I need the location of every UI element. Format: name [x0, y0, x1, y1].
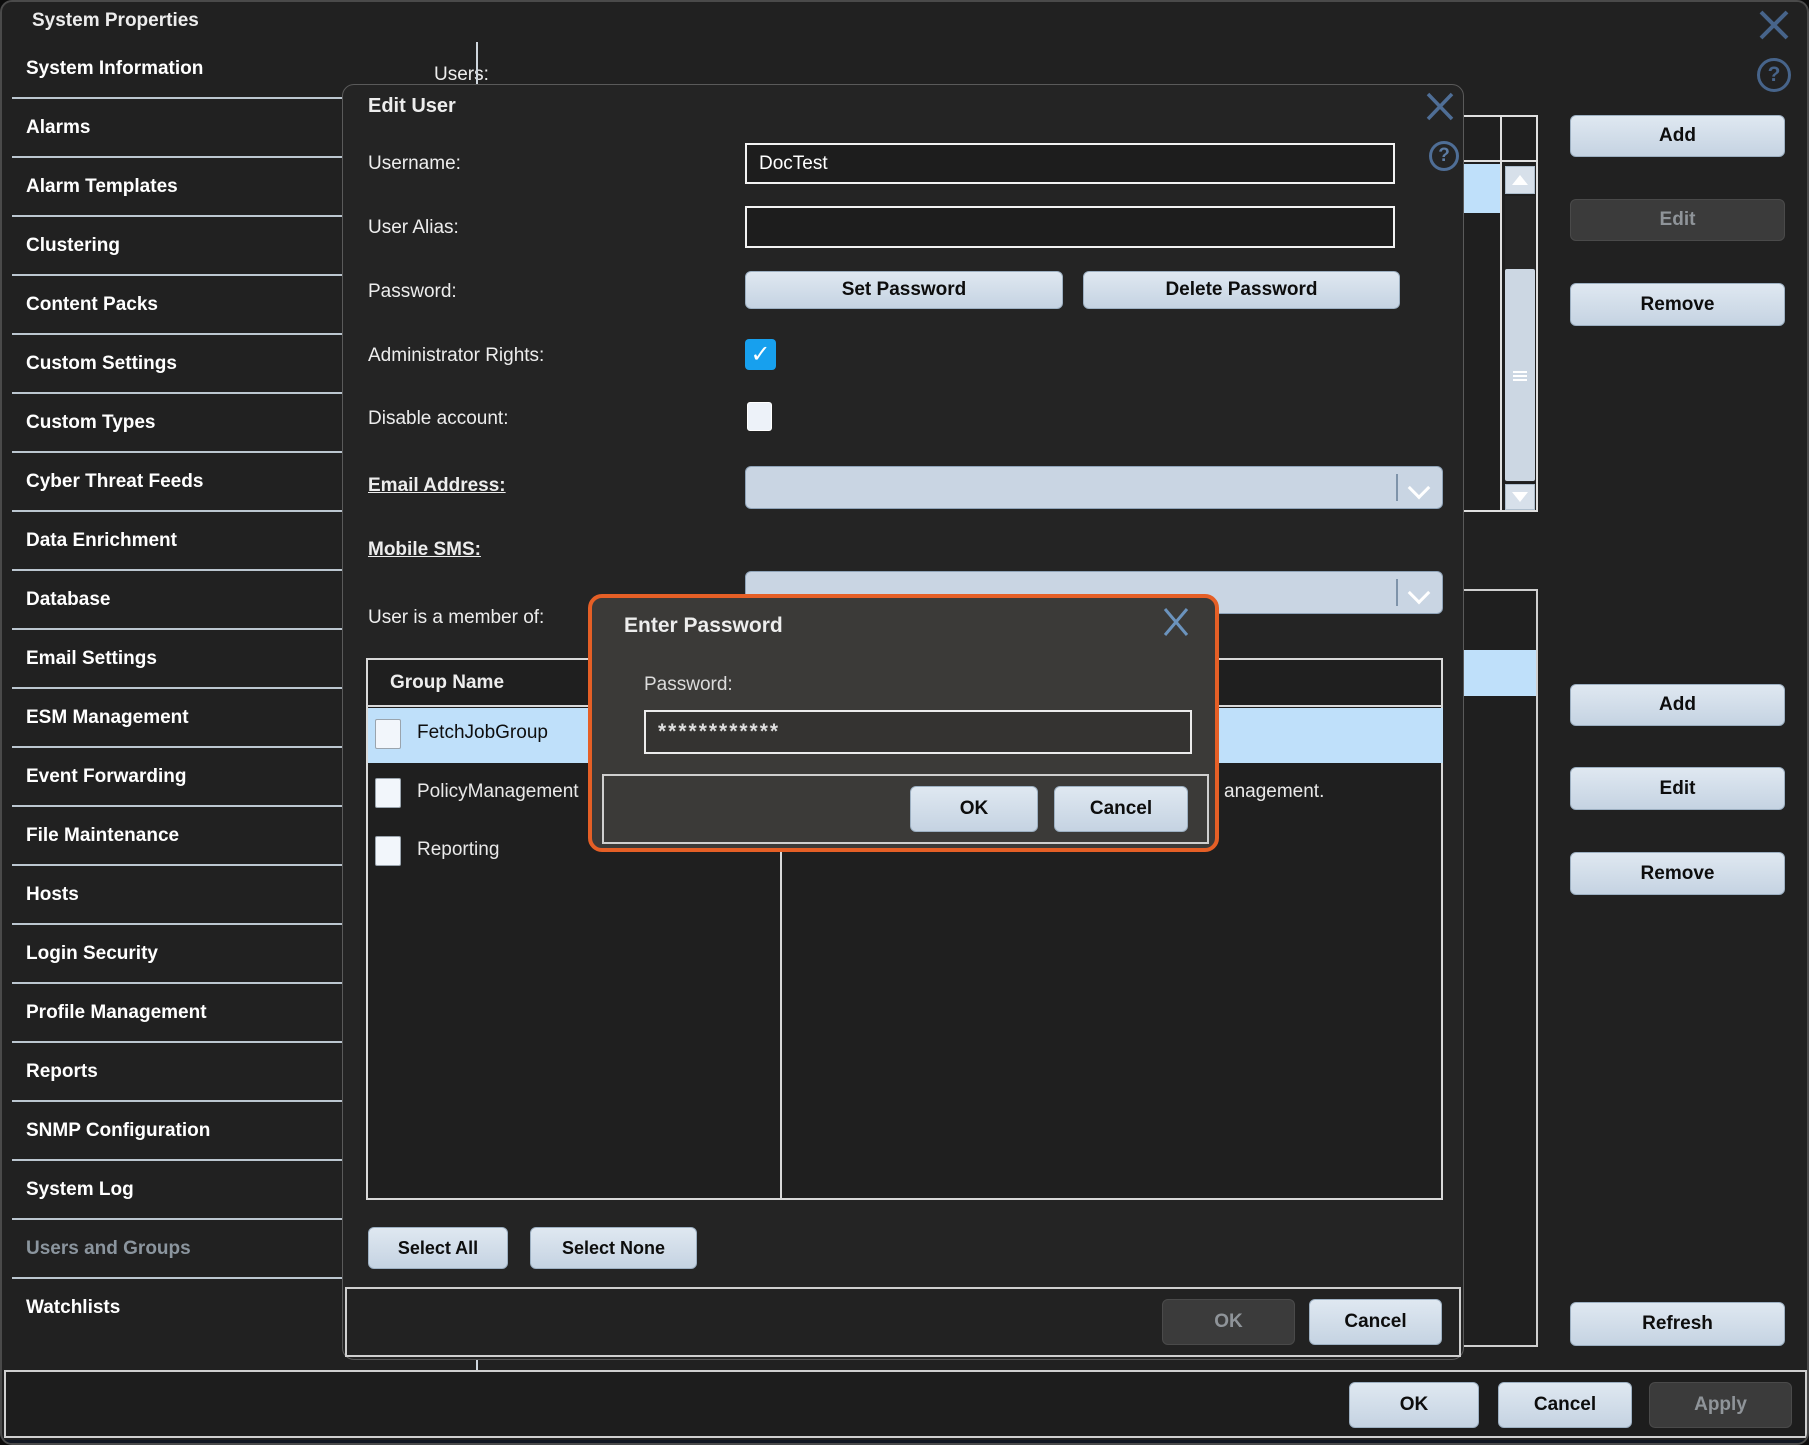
select-all-button[interactable]: Select All	[368, 1227, 508, 1269]
group-name-header: Group Name	[390, 672, 504, 694]
sidebar-item-system-log[interactable]: System Log	[12, 1159, 342, 1218]
disable-account-checkbox[interactable]	[747, 402, 772, 431]
sidebar-item-users-and-groups[interactable]: Users and Groups	[12, 1218, 342, 1277]
edit-user-cancel-button[interactable]: Cancel	[1309, 1299, 1442, 1345]
username-input[interactable]: DocTest	[745, 143, 1395, 184]
sidebar-item-event-forwarding[interactable]: Event Forwarding	[12, 746, 342, 805]
users-list-scrollbar[interactable]	[1500, 117, 1538, 510]
sidebar-item-clustering[interactable]: Clustering	[12, 215, 342, 274]
sidebar-item-snmp-configuration[interactable]: SNMP Configuration	[12, 1100, 342, 1159]
mobile-sms-label: Mobile SMS:	[368, 539, 481, 561]
chevron-down-icon	[1408, 582, 1431, 605]
email-address-combobox[interactable]	[745, 466, 1443, 509]
sidebar-item-login-security[interactable]: Login Security	[12, 923, 342, 982]
groups-add-button[interactable]: Add	[1570, 684, 1785, 726]
window-bottom-edge	[2, 1440, 1809, 1445]
row-checkbox[interactable]	[375, 836, 401, 866]
system-properties-window: System Properties ? System Information A…	[0, 0, 1809, 1445]
window-cancel-button[interactable]: Cancel	[1498, 1382, 1632, 1428]
scrollbar-down-button[interactable]	[1505, 484, 1535, 510]
groups-remove-button[interactable]: Remove	[1570, 852, 1785, 895]
sidebar-item-custom-settings[interactable]: Custom Settings	[12, 333, 342, 392]
users-section-label: Users:	[434, 64, 489, 86]
edit-user-help-icon[interactable]: ?	[1429, 141, 1459, 171]
user-alias-input[interactable]	[745, 206, 1395, 248]
group-row-label: FetchJobGroup	[417, 722, 548, 744]
select-none-button[interactable]: Select None	[530, 1227, 697, 1269]
groups-edit-button[interactable]: Edit	[1570, 767, 1785, 810]
sidebar-item-watchlists[interactable]: Watchlists	[12, 1277, 342, 1336]
scrollbar-thumb[interactable]	[1505, 269, 1535, 481]
delete-password-button[interactable]: Delete Password	[1083, 271, 1400, 309]
group-row-label: Reporting	[417, 839, 499, 861]
edit-user-dialog-title: Edit User	[368, 95, 456, 118]
sidebar-item-profile-management[interactable]: Profile Management	[12, 982, 342, 1041]
sidebar-item-hosts[interactable]: Hosts	[12, 864, 342, 923]
user-alias-label: User Alias:	[368, 217, 459, 239]
enter-password-cancel-button[interactable]: Cancel	[1054, 786, 1188, 832]
check-icon: ✓	[750, 340, 770, 369]
sidebar-item-file-maintenance[interactable]: File Maintenance	[12, 805, 342, 864]
chevron-down-icon	[1408, 477, 1431, 500]
sidebar-item-alarm-templates[interactable]: Alarm Templates	[12, 156, 342, 215]
sidebar-item-cyber-threat-feeds[interactable]: Cyber Threat Feeds	[12, 451, 342, 510]
email-address-label: Email Address:	[368, 475, 506, 497]
disable-account-label: Disable account:	[368, 408, 508, 430]
users-add-button[interactable]: Add	[1570, 115, 1785, 157]
sidebar-item-database[interactable]: Database	[12, 569, 342, 628]
window-ok-button[interactable]: OK	[1349, 1382, 1479, 1428]
edit-user-footer: OK Cancel	[345, 1287, 1461, 1357]
sidebar-item-email-settings[interactable]: Email Settings	[12, 628, 342, 687]
row-checkbox[interactable]	[375, 778, 401, 808]
sidebar: System Information Alarms Alarm Template…	[12, 40, 342, 1336]
sidebar-item-esm-management[interactable]: ESM Management	[12, 687, 342, 746]
window-help-icon[interactable]: ?	[1757, 58, 1791, 92]
group-row-description-fragment: anagement.	[1224, 781, 1324, 803]
username-label: Username:	[368, 153, 461, 175]
group-row-label: PolicyManagement	[417, 781, 579, 803]
enter-password-input[interactable]: ************	[644, 710, 1192, 754]
enter-password-ok-button[interactable]: OK	[910, 786, 1038, 832]
sidebar-item-system-information[interactable]: System Information	[12, 40, 342, 97]
sidebar-item-reports[interactable]: Reports	[12, 1041, 342, 1100]
sidebar-item-alarms[interactable]: Alarms	[12, 97, 342, 156]
enter-password-title: Enter Password	[624, 614, 783, 638]
sidebar-item-custom-types[interactable]: Custom Types	[12, 392, 342, 451]
triangle-up-icon	[1512, 175, 1528, 185]
edit-user-ok-button: OK	[1162, 1299, 1295, 1345]
window-title: System Properties	[32, 10, 199, 32]
scrollbar-up-button[interactable]	[1505, 166, 1535, 194]
window-close-icon[interactable]	[1755, 8, 1793, 42]
users-remove-button[interactable]: Remove	[1570, 283, 1785, 326]
sidebar-item-data-enrichment[interactable]: Data Enrichment	[12, 510, 342, 569]
window-apply-button: Apply	[1649, 1382, 1792, 1428]
enter-password-footer: OK Cancel	[602, 774, 1209, 844]
password-label: Password:	[368, 281, 457, 303]
set-password-button[interactable]: Set Password	[745, 271, 1063, 309]
enter-password-close-icon[interactable]	[1160, 606, 1192, 638]
administrator-rights-checkbox[interactable]: ✓	[745, 339, 776, 370]
member-of-label: User is a member of:	[368, 607, 544, 629]
row-checkbox[interactable]	[375, 719, 401, 749]
enter-password-dialog: Enter Password Password: ************ OK…	[588, 594, 1219, 852]
refresh-button[interactable]: Refresh	[1570, 1302, 1785, 1346]
bottom-bar: OK Cancel Apply	[4, 1370, 1807, 1438]
sidebar-item-content-packs[interactable]: Content Packs	[12, 274, 342, 333]
edit-user-close-icon[interactable]	[1423, 91, 1457, 123]
users-edit-button: Edit	[1570, 199, 1785, 241]
triangle-down-icon	[1512, 492, 1528, 502]
enter-password-label: Password:	[644, 674, 733, 696]
administrator-rights-label: Administrator Rights:	[368, 345, 544, 367]
